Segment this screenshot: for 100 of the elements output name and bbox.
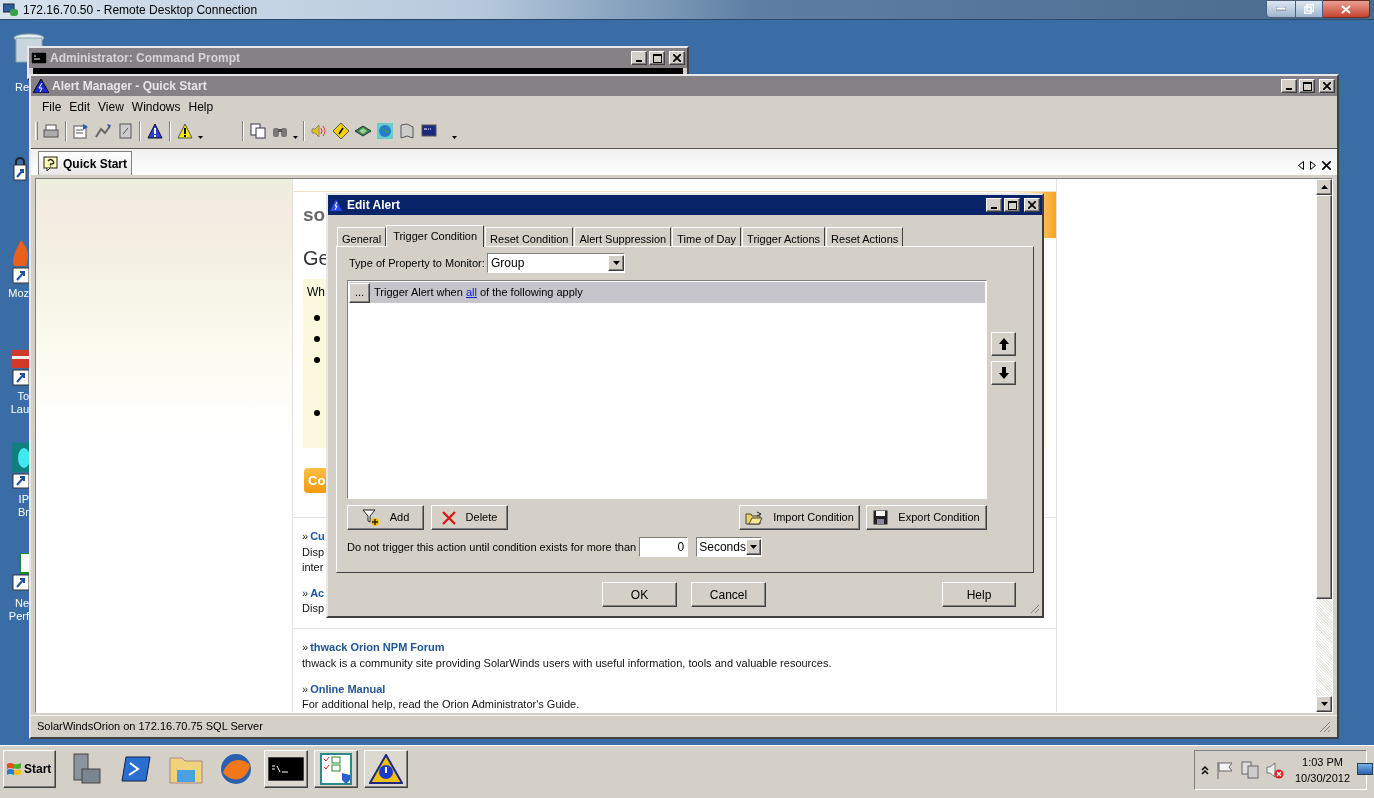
page-link[interactable]: Ac <box>310 584 325 601</box>
scroll-up-button[interactable] <box>1316 179 1332 195</box>
dropdown-arrow-button[interactable] <box>745 539 762 555</box>
dialog-tab[interactable]: Time of Day <box>672 227 742 246</box>
alert-triangle-icon <box>33 79 49 93</box>
move-down-button[interactable] <box>991 361 1016 385</box>
desktop-icon-label: Perf <box>8 610 29 623</box>
maximize-button[interactable] <box>649 51 665 65</box>
link-marker: » <box>302 529 309 544</box>
resize-grip-icon[interactable] <box>1030 604 1040 614</box>
restore-button[interactable] <box>1296 0 1323 18</box>
caret-icon[interactable] <box>293 136 298 139</box>
scrollbar[interactable] <box>1316 179 1332 712</box>
server-toolbox-icon <box>70 753 102 785</box>
logo-text: so <box>303 202 326 227</box>
ellipsis-button[interactable]: ... <box>349 282 370 303</box>
close-button[interactable] <box>1323 0 1370 18</box>
close-icon[interactable] <box>1322 161 1331 170</box>
document-tab[interactable]: Quick Start <box>38 151 133 175</box>
scroll-left-icon[interactable] <box>1298 161 1304 170</box>
resize-grip-icon[interactable] <box>1319 720 1331 733</box>
maximize-icon <box>1302 81 1312 91</box>
export-button[interactable]: Export Condition <box>866 505 987 530</box>
scrollbar-thumb[interactable] <box>1316 195 1332 599</box>
start-button[interactable]: Start <box>3 750 56 788</box>
scroll-down-button[interactable] <box>1316 696 1332 712</box>
dialog-tab[interactable]: Reset Actions <box>826 227 904 246</box>
maximize-button[interactable] <box>1299 79 1315 93</box>
funnel-plus-icon <box>361 508 380 527</box>
ok-button[interactable]: OK <box>602 582 677 607</box>
desktop-icon-label: Ne <box>14 597 29 610</box>
move-up-button[interactable] <box>991 332 1016 356</box>
close-icon <box>673 54 681 62</box>
link-description: Disp <box>302 601 324 616</box>
link-marker: » <box>302 681 309 697</box>
help-button[interactable]: Help <box>942 582 1016 607</box>
command-window-icon <box>268 757 304 781</box>
folder-icon <box>745 510 764 525</box>
show-desktop-button[interactable] <box>1357 763 1373 775</box>
dialog-tab[interactable]: Alert Suppression <box>574 227 672 246</box>
delete-button[interactable]: Delete <box>431 505 508 530</box>
diamond-sign-icon[interactable] <box>330 120 352 142</box>
page-link[interactable]: thwack Orion NPM Forum <box>310 639 445 656</box>
copy-icon[interactable] <box>247 120 269 142</box>
taskbar-button[interactable] <box>364 750 408 788</box>
globe-icon[interactable] <box>374 120 396 142</box>
menu-item[interactable]: Windows <box>127 98 185 116</box>
scroll-right-icon[interactable] <box>1310 161 1316 170</box>
taskbar-button[interactable] <box>314 750 358 788</box>
clock-date[interactable]: 10/30/2012 <box>1295 770 1351 786</box>
console-icon <box>31 52 47 64</box>
unit-dropdown[interactable]: Seconds <box>696 537 763 557</box>
taskbar-button[interactable] <box>264 750 308 788</box>
condition-row[interactable]: ... Trigger Alert when all of the following apply <box>349 282 985 303</box>
clock-time[interactable]: 1:03 PM <box>1302 754 1343 770</box>
close-icon <box>1028 201 1036 209</box>
chevron-up-icon[interactable] <box>1201 765 1209 775</box>
down-arrow-icon <box>1320 702 1328 706</box>
folder-icon <box>169 754 203 784</box>
property-label: Type of Property to Monitor: <box>348 255 486 271</box>
dialog-tab[interactable]: Reset Condition <box>485 227 574 246</box>
menu-item[interactable]: Help <box>184 98 218 116</box>
desktop-icon-label: Re <box>14 81 29 94</box>
delay-input[interactable]: 0 <box>639 537 689 557</box>
warning-triangle-icon <box>369 754 403 784</box>
link-description: thwack is a community site providing SolarWinds users with useful information, tools and valuable resources. <box>302 655 832 671</box>
condition-text: Trigger Alert when all of the following apply <box>374 285 583 301</box>
shortcut-lock-icon <box>13 157 27 181</box>
menu-item[interactable]: Edit <box>65 98 95 116</box>
terminal-prompt-icon <box>120 755 152 783</box>
speaker-muted-icon[interactable] <box>1266 761 1284 779</box>
link-description: Disp <box>302 544 324 560</box>
page-link[interactable]: Online Manual <box>310 680 386 697</box>
caret-icon[interactable] <box>198 136 203 139</box>
cancel-button[interactable]: Cancel <box>691 582 766 607</box>
dropdown-arrow-button[interactable] <box>608 255 624 271</box>
network-icon[interactable] <box>1241 761 1259 779</box>
import-button[interactable]: Import Condition <box>739 505 860 530</box>
dialog-tab[interactable]: Trigger Condition <box>386 225 485 247</box>
desktop-icon-label: Br <box>18 506 29 519</box>
shortcut-chart-icon <box>12 553 30 591</box>
remote-desktop-icon <box>3 2 19 17</box>
link-description: inter <box>302 559 324 575</box>
menu-item[interactable]: View <box>94 98 128 116</box>
dialog-tab[interactable]: Trigger Actions <box>742 227 826 246</box>
page-link[interactable]: Cu <box>310 528 325 545</box>
link-marker: » <box>302 640 309 655</box>
property-dropdown[interactable]: Group <box>487 253 625 273</box>
up-arrow-icon <box>998 338 1009 350</box>
maximize-icon <box>1007 200 1017 210</box>
maximize-button[interactable] <box>1004 198 1020 212</box>
link-marker: » <box>302 585 309 601</box>
fox-globe-icon <box>220 753 252 785</box>
caret-icon[interactable] <box>452 136 457 139</box>
flag-icon[interactable] <box>1216 761 1234 779</box>
menu-item[interactable]: File <box>38 98 66 116</box>
restore-icon <box>1304 4 1314 14</box>
status-text: SolarWindsOrion on 172.16.70.75 SQL Server <box>37 719 263 735</box>
add-button[interactable]: Add <box>347 505 424 530</box>
all-link[interactable]: all <box>465 286 477 299</box>
